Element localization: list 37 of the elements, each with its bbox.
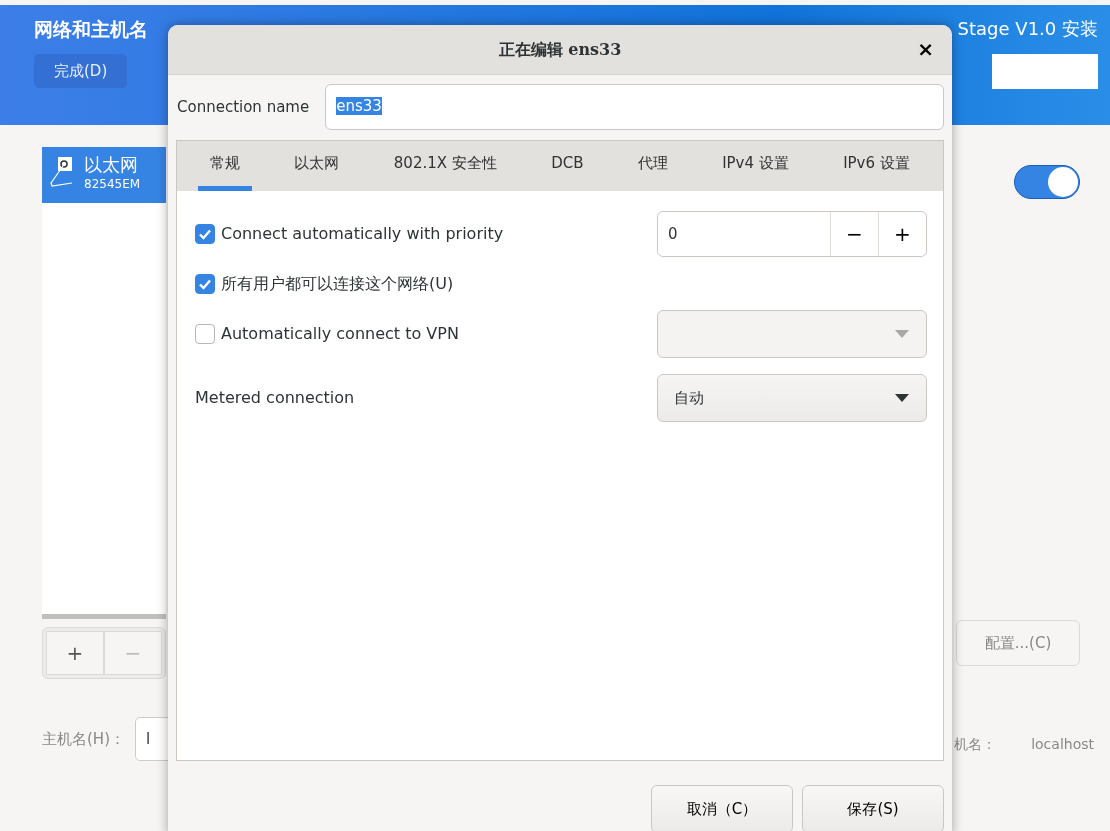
keyboard-field[interactable] [992, 54, 1098, 89]
device-model: 82545EM [84, 175, 141, 193]
toggle-switch[interactable] [1014, 165, 1080, 199]
checkbox-label: Automatically connect to VPN [221, 323, 459, 345]
connection-name-label: Connection name [177, 96, 310, 118]
checkbox-label: 所有用户都可以连接这个网络(U) [221, 273, 454, 295]
option-label: Metered connection [195, 387, 355, 409]
device-name: 以太网 [84, 155, 139, 175]
checkbox[interactable] [195, 324, 215, 344]
add-button[interactable]: + [46, 631, 104, 675]
hostname-value: localhost [1031, 735, 1094, 754]
checkbox-label: Connect automatically with priority [221, 223, 504, 245]
caret-icon [894, 329, 910, 339]
caret-icon [894, 393, 910, 403]
cancel-button[interactable]: 取消（C） [651, 785, 793, 831]
checkbox[interactable] [195, 274, 215, 294]
page-title: 网络和主机名 [34, 17, 148, 42]
tab[interactable]: DCB [539, 141, 596, 191]
hostname-label: 主机名(H)： [42, 728, 125, 750]
tab[interactable]: 以太网 [282, 141, 352, 191]
tab[interactable]: 802.1X 安全性 [381, 141, 509, 191]
tab[interactable]: IPv4 设置 [710, 141, 801, 191]
hostname-label: 机名： [954, 735, 996, 754]
done-button[interactable]: 完成(D) [34, 53, 128, 88]
tab[interactable]: IPv6 设置 [831, 141, 922, 191]
dialog-title: 正在编辑 ens33 [498, 38, 622, 61]
close-button[interactable]: × [913, 37, 938, 61]
product-title: Stage V1.0 安装 [957, 17, 1098, 41]
tab[interactable]: 常规 [198, 141, 253, 191]
dropdown[interactable]: 自动 [657, 374, 927, 422]
connection-name-field[interactable]: ens33 [325, 84, 944, 130]
device-item[interactable]: 以太网 82545EM [42, 147, 166, 203]
increment-button[interactable]: + [878, 212, 926, 256]
checkbox[interactable] [195, 224, 215, 244]
save-button[interactable]: 保存(S) [802, 785, 944, 831]
tab[interactable]: 代理 [625, 141, 680, 191]
spin-field[interactable]: 0 − + [657, 211, 927, 257]
